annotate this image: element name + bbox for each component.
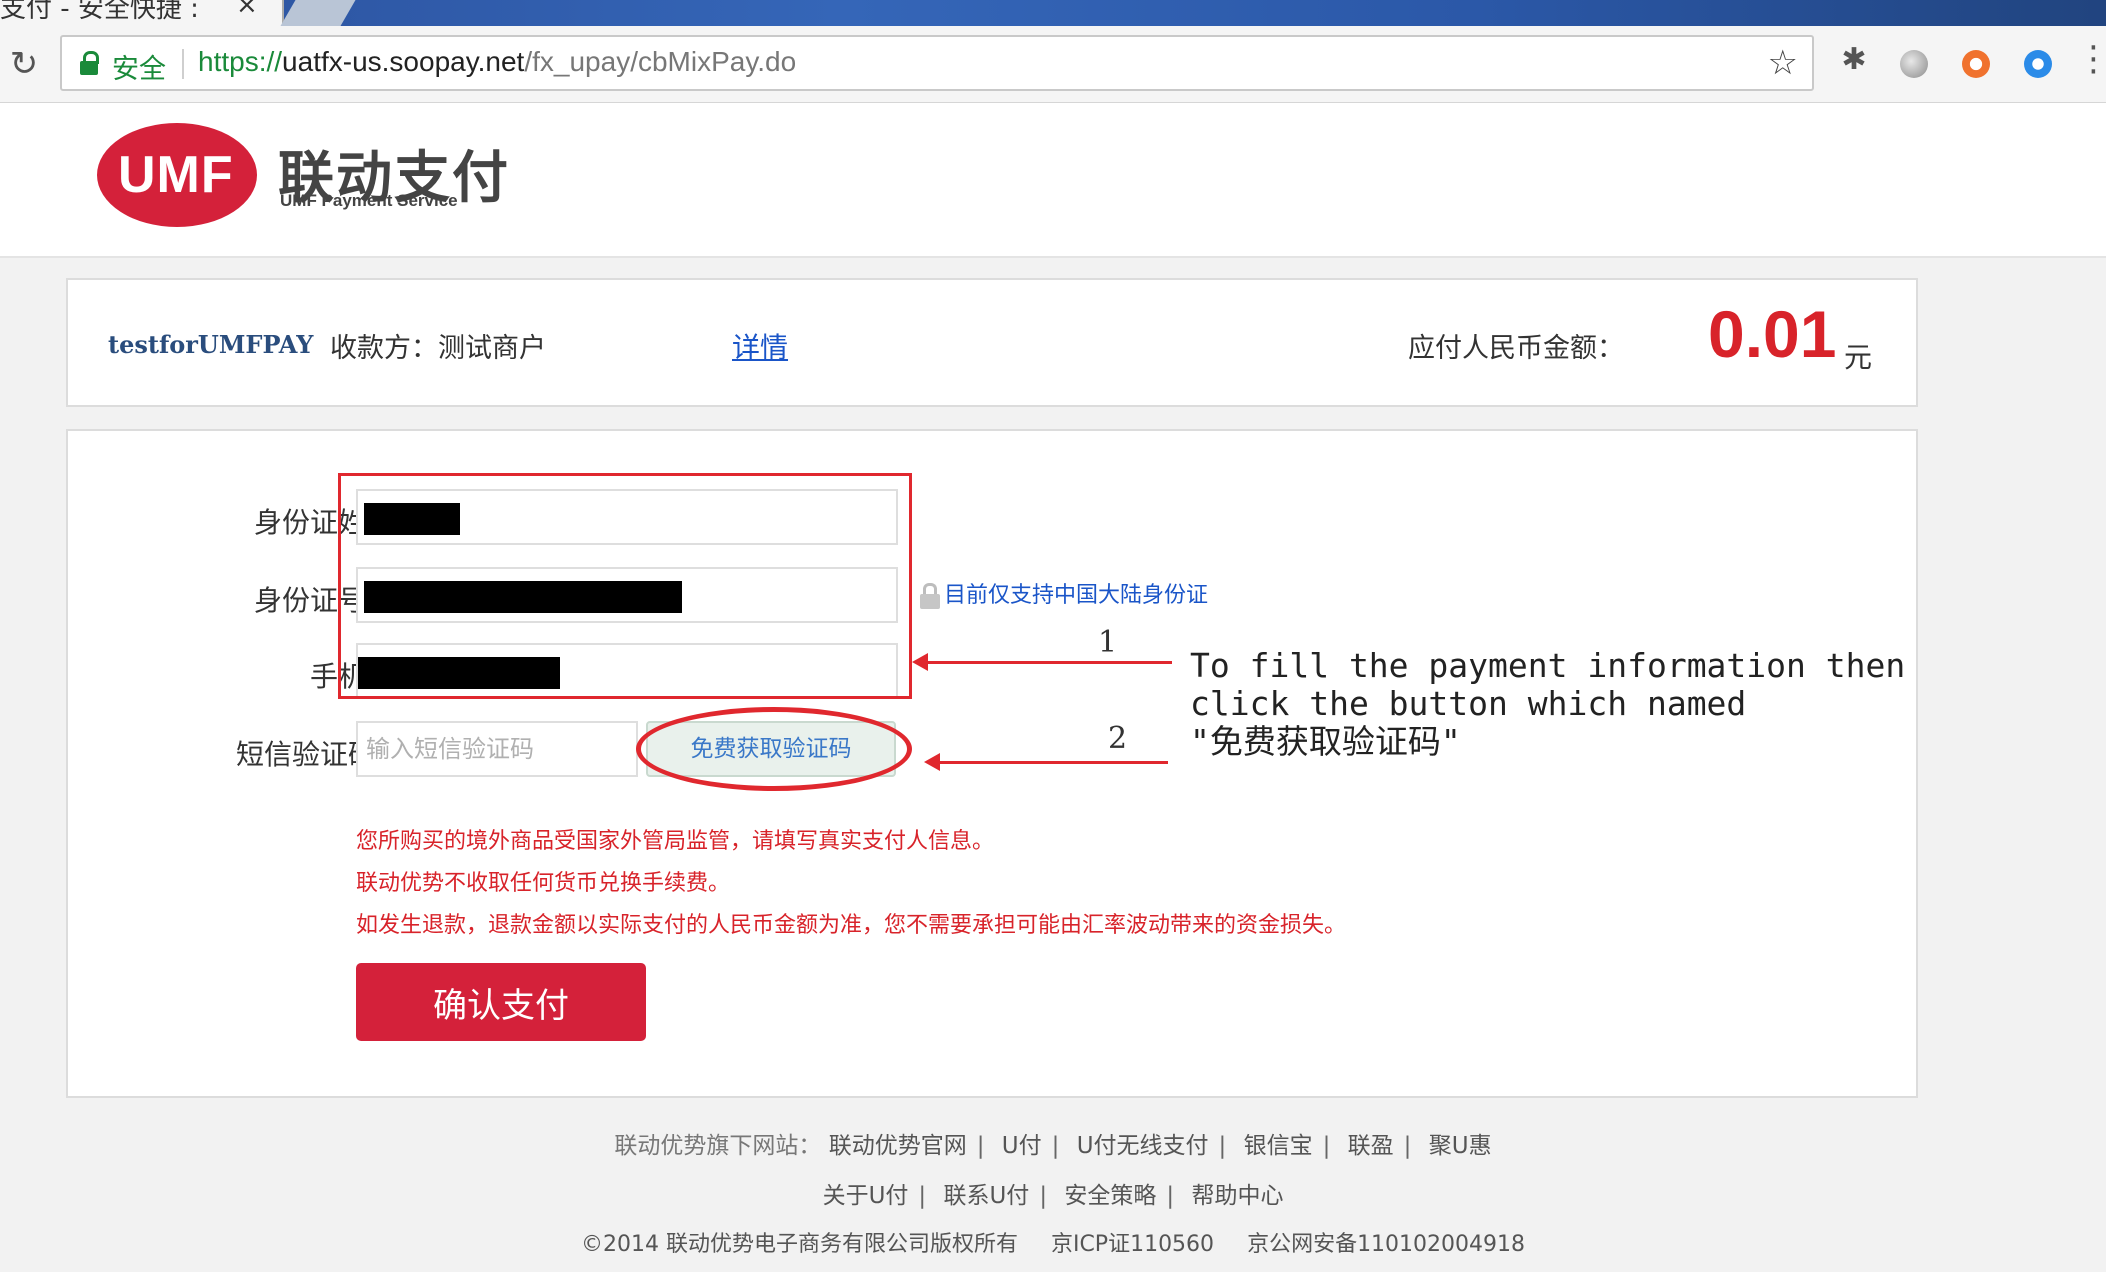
extension-globe-icon[interactable] bbox=[1900, 50, 1928, 78]
merchant-info-panel: testforUMFPAY 收款方：测试商户 详情 应付人民币金额： 0.01 … bbox=[66, 278, 1918, 407]
footer-copyright: ©2014 联动优势电子商务有限公司版权所有 京ICP证110560 京公网安备… bbox=[0, 1226, 2106, 1258]
extension-orange-icon[interactable] bbox=[1962, 50, 1990, 78]
notice-line-2: 联动优势不收取任何货币兑换手续费。 bbox=[356, 871, 731, 896]
confirm-payment-button[interactable]: 确认支付 bbox=[356, 963, 646, 1041]
logo-english-name: UMF Payment Service bbox=[280, 191, 458, 210]
lock-icon bbox=[80, 51, 99, 75]
annotation-arrow-2 bbox=[924, 753, 1168, 771]
browser-toolbar: ↻ 安全 https://uatfx-us.soopay.net/fx_upay… bbox=[0, 26, 2106, 103]
annotation-text: To fill the payment information then cli… bbox=[1190, 646, 1906, 761]
merchant-id: testforUMFPAY bbox=[108, 330, 314, 359]
annotation-highlight-box bbox=[338, 473, 912, 699]
payee-text: 收款方：测试商户 bbox=[330, 333, 546, 364]
browser-menu-icon[interactable]: · · · bbox=[2088, 31, 2099, 89]
padlock-icon bbox=[920, 583, 940, 609]
copyright-text: ©2014 联动优势电子商务有限公司版权所有 bbox=[580, 1232, 1018, 1257]
secure-label: 安全 bbox=[112, 54, 166, 85]
annotation-number-1: 1 bbox=[1098, 625, 1118, 660]
extension-blue-icon[interactable] bbox=[2024, 50, 2052, 78]
footer-link-juuhui[interactable]: 聚U惠 bbox=[1429, 1133, 1492, 1159]
new-tab-button[interactable] bbox=[280, 0, 356, 26]
url-text[interactable]: https://uatfx-us.soopay.net/fx_upay/cbMi… bbox=[198, 46, 796, 78]
footer-link-about[interactable]: 关于U付 bbox=[823, 1183, 909, 1209]
footer-link-help[interactable]: 帮助中心 bbox=[1191, 1183, 1283, 1209]
notice-line-1: 您所购买的境外商品受国家外管局监管，请填写真实支付人信息。 bbox=[356, 829, 995, 854]
reload-icon[interactable]: ↻ bbox=[8, 47, 40, 81]
annotation-number-2: 2 bbox=[1108, 721, 1128, 756]
payment-form-panel: 身份证姓名 身份证号码 目前仅支持中国大陆身份证 手机号 短信验证码： 免费获取… bbox=[66, 429, 1918, 1098]
sms-code-input[interactable] bbox=[356, 721, 638, 777]
id-note-text: 目前仅支持中国大陆身份证 bbox=[944, 583, 1209, 608]
amount-value: 0.01 bbox=[1708, 297, 1837, 371]
logo-letters: UMF bbox=[118, 146, 234, 204]
address-bar[interactable]: 安全 https://uatfx-us.soopay.net/fx_upay/c… bbox=[60, 35, 1814, 91]
amount-label: 应付人民币金额： bbox=[1408, 333, 1624, 364]
footer-link-yinxinbao[interactable]: 银信宝 bbox=[1244, 1133, 1313, 1159]
site-header: UMF 联动支付 UMF Payment Service bbox=[0, 103, 2106, 258]
notice-line-3: 如发生退款，退款金额以实际支付的人民币金额为准，您不需要承担可能由汇率波动带来的… bbox=[356, 913, 1347, 938]
footer-link-lianying[interactable]: 联盈 bbox=[1348, 1133, 1394, 1159]
extension-bug-icon[interactable]: ✱ bbox=[1840, 45, 1868, 75]
footer-sites: 联动优势旗下网站： 联动优势官网 | U付 | U付无线支付 | 银信宝 | 联盈 | 聚… bbox=[614, 1133, 1492, 1159]
id-note: 目前仅支持中国大陆身份证 bbox=[920, 577, 1208, 609]
address-bar-divider bbox=[182, 49, 184, 79]
details-link[interactable]: 详情 bbox=[732, 326, 788, 366]
bookmark-star-icon[interactable]: ☆ bbox=[1768, 43, 1798, 83]
footer-link-upay[interactable]: U付 bbox=[1002, 1133, 1042, 1159]
footer-link-umf[interactable]: 联动优势官网 bbox=[829, 1133, 967, 1159]
police-record-text: 京公网安备110102004918 bbox=[1247, 1232, 1526, 1257]
footer-link-upay-wireless[interactable]: U付无线支付 bbox=[1077, 1133, 1209, 1159]
icp-text: 京ICP证110560 bbox=[1050, 1232, 1215, 1257]
browser-tab-active[interactable]: 支付 - 安全快捷 : × bbox=[0, 0, 284, 26]
annotation-ellipse bbox=[636, 707, 912, 791]
browser-tabstrip: 支付 - 安全快捷 : × bbox=[0, 0, 2106, 26]
footer-link-contact[interactable]: 联系U付 bbox=[943, 1183, 1029, 1209]
tab-title: 支付 - 安全快捷 : bbox=[0, 0, 199, 24]
footer-sites-label: 联动优势旗下网站： bbox=[614, 1133, 822, 1159]
footer-links: 关于U付 | 联系U付 | 安全策略 | 帮助中心 bbox=[822, 1183, 1284, 1209]
tab-close-icon[interactable]: × bbox=[236, 0, 258, 20]
currency-unit: 元 bbox=[1844, 341, 1873, 374]
annotation-arrow-1 bbox=[912, 653, 1172, 671]
footer-link-security[interactable]: 安全策略 bbox=[1064, 1183, 1156, 1209]
